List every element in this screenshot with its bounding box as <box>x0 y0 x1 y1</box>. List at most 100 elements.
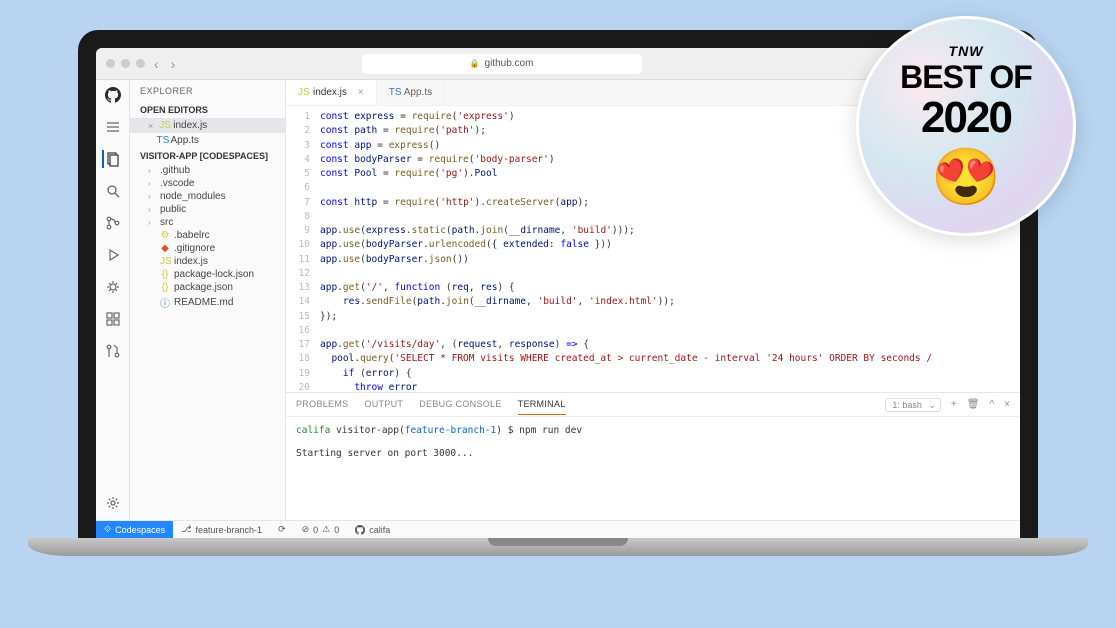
debug-icon[interactable] <box>104 278 122 296</box>
laptop-base <box>28 538 1088 556</box>
tab-label: App.ts <box>404 87 432 98</box>
line-gutter: 1234567891011121314151617181920212223242… <box>286 106 316 392</box>
forward-button[interactable]: › <box>168 56 179 72</box>
status-bar: ⟐ Codespaces ⎇ feature-branch-1 ⟳ ⊘0 ⚠0 <box>96 520 1020 538</box>
minimize-window-icon[interactable] <box>121 59 130 68</box>
back-button[interactable]: ‹ <box>151 56 162 72</box>
terminal-select[interactable]: 1: bash ⌄ <box>885 398 941 412</box>
url-text: github.com <box>485 58 534 69</box>
file-name: App.ts <box>171 135 199 146</box>
source-control-icon[interactable] <box>104 214 122 232</box>
terminal-prompt: $ <box>508 425 514 436</box>
laptop-notch <box>488 538 628 546</box>
file-type-icon: {} <box>160 269 170 280</box>
file-type-icon: ⚙ <box>160 230 170 241</box>
best-of-badge: TNW BEST OF 2020 😍 <box>856 16 1076 236</box>
file-item[interactable]: {} package.json <box>130 281 285 294</box>
open-editors-header[interactable]: OPEN EDITORS <box>130 102 285 118</box>
file-item[interactable]: ⓘREADME.md <box>130 294 285 311</box>
terminal-user: califa <box>296 425 330 436</box>
editor-tab[interactable]: JS index.js × <box>286 80 377 105</box>
status-codespaces[interactable]: ⟐ Codespaces <box>96 521 173 538</box>
file-name: package.json <box>174 282 233 293</box>
folder-item[interactable]: › node_modules <box>130 190 285 203</box>
url-bar[interactable]: github.com <box>362 54 642 74</box>
panel-tab-debug-console[interactable]: DEBUG CONSOLE <box>419 394 501 415</box>
file-name: package-lock.json <box>174 269 254 280</box>
file-name: index.js <box>173 120 207 131</box>
close-tab-icon[interactable]: × <box>358 87 364 98</box>
panel-tab-problems[interactable]: PROBLEMS <box>296 394 348 415</box>
settings-icon[interactable] <box>104 494 122 512</box>
status-sync[interactable]: ⟳ <box>270 521 294 538</box>
tab-label: index.js <box>313 87 347 98</box>
terminal-branch: feature-branch-1 <box>405 425 497 436</box>
terminal-path: visitor-app <box>336 425 399 436</box>
chevron-right-icon: › <box>148 192 156 201</box>
extensions-icon[interactable] <box>104 310 122 328</box>
open-editor-item[interactable]: TS App.ts <box>130 133 285 148</box>
github-pr-icon[interactable] <box>104 342 122 360</box>
maximize-window-icon[interactable] <box>136 59 145 68</box>
file-type-icon: ◆ <box>160 243 170 254</box>
maximize-panel-icon[interactable]: ^ <box>989 399 994 410</box>
file-type-icon: TS <box>157 135 167 146</box>
terminal-output[interactable]: califa visitor-app(feature-branch-1) $ n… <box>286 417 1020 520</box>
chevron-right-icon: › <box>148 218 156 227</box>
chevron-right-icon: › <box>148 166 156 175</box>
folder-item[interactable]: ›.vscode <box>130 177 285 190</box>
activity-bar <box>96 80 130 520</box>
project-header[interactable]: VISITOR-APP [CODESPACES] <box>130 148 285 164</box>
folder-item[interactable]: › public <box>130 203 285 216</box>
github-icon[interactable] <box>104 86 122 104</box>
new-terminal-icon[interactable]: + <box>951 399 957 410</box>
panel-tab-terminal[interactable]: TERMINAL <box>518 394 566 415</box>
file-type-icon: JS <box>298 87 308 98</box>
file-item[interactable]: JSindex.js <box>130 255 285 268</box>
folder-name: .github <box>160 165 190 176</box>
file-item[interactable]: ◆ .gitignore <box>130 242 285 255</box>
folder-name: public <box>160 204 186 215</box>
error-icon: ⊘ <box>302 524 310 535</box>
status-user[interactable]: califa <box>347 521 398 538</box>
folder-item[interactable]: › src <box>130 216 285 229</box>
lock-icon <box>470 58 480 69</box>
badge-title: BEST OF <box>900 59 1032 96</box>
folder-name: node_modules <box>160 191 226 202</box>
chevron-right-icon: › <box>148 205 156 214</box>
close-window-icon[interactable] <box>106 59 115 68</box>
editor-tab[interactable]: TS App.ts <box>377 80 445 105</box>
file-item[interactable]: ⚙ .babelrc <box>130 229 285 242</box>
open-editor-item[interactable]: × JS index.js <box>130 118 285 133</box>
file-type-icon: {} <box>160 282 170 293</box>
file-name: .gitignore <box>174 243 215 254</box>
menu-icon[interactable] <box>104 118 122 136</box>
file-item[interactable]: {} package-lock.json <box>130 268 285 281</box>
badge-brand: TNW <box>949 43 984 59</box>
status-problems[interactable]: ⊘0 ⚠0 <box>294 521 348 538</box>
panel-tab-output[interactable]: OUTPUT <box>364 394 403 415</box>
warning-icon: ⚠ <box>322 524 330 535</box>
close-panel-icon[interactable]: × <box>1004 399 1010 410</box>
file-name: .babelrc <box>174 230 210 241</box>
status-branch[interactable]: ⎇ feature-branch-1 <box>173 521 270 538</box>
terminal-command: npm run dev <box>519 425 582 436</box>
folder-name: src <box>160 217 173 228</box>
folder-item[interactable]: › .github <box>130 164 285 177</box>
github-small-icon <box>355 525 365 535</box>
kill-terminal-icon[interactable]: 🗑 <box>967 399 980 410</box>
close-file-icon[interactable]: × <box>148 121 153 131</box>
file-type-icon: JS <box>159 120 169 131</box>
close-file-icon[interactable] <box>148 136 151 146</box>
heart-eyes-emoji-icon: 😍 <box>931 144 1001 210</box>
folder-name: .vscode <box>160 178 194 189</box>
file-type-icon: JS <box>160 256 170 267</box>
run-debug-icon[interactable] <box>104 246 122 264</box>
explorer-icon[interactable] <box>102 150 122 168</box>
file-type-icon: TS <box>389 87 399 98</box>
explorer-sidebar: EXPLORER OPEN EDITORS ×JSindex.js TSApp.… <box>130 80 286 520</box>
sync-icon: ⟳ <box>278 524 286 535</box>
explorer-title: EXPLORER <box>130 80 285 102</box>
search-icon[interactable] <box>104 182 122 200</box>
codespaces-icon: ⟐ <box>104 524 111 535</box>
